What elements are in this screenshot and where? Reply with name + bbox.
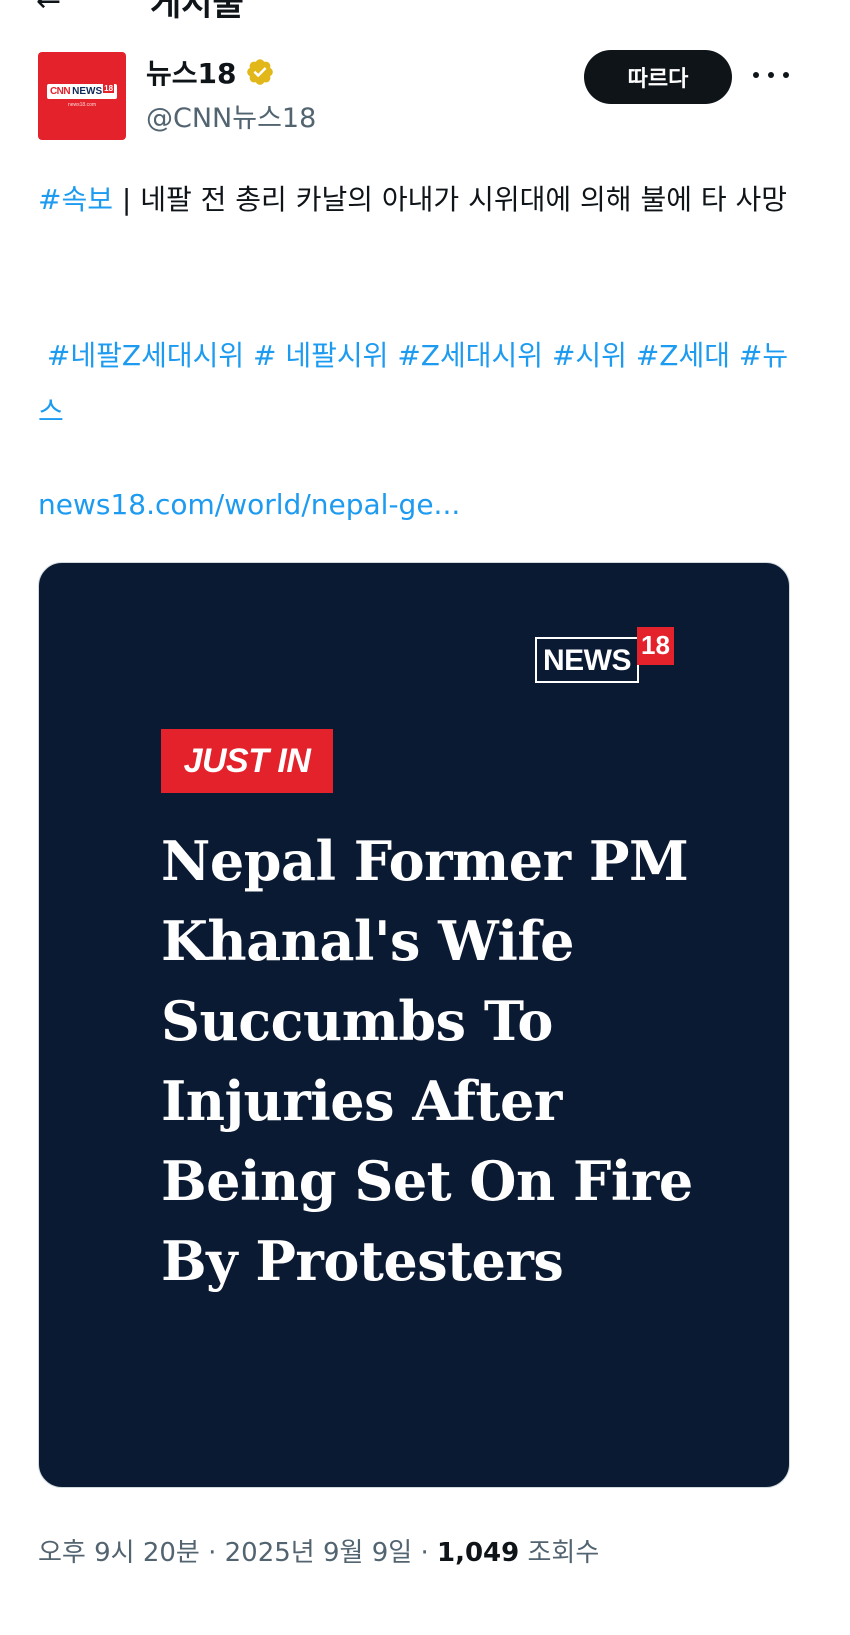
headline-line: Being Set On Fire	[161, 1149, 693, 1213]
card-brand-news: NEWS	[535, 637, 639, 683]
logo-news-text: NEWS	[72, 86, 103, 97]
headline-line: By Protesters	[161, 1229, 564, 1293]
more-dot	[768, 72, 774, 78]
hashtag-link[interactable]: #시위	[552, 339, 627, 372]
hashtag-list: #네팔Z세대시위 # 네팔시위 #Z세대시위 #시위 #Z세대 #뉴스	[38, 328, 798, 440]
more-options-icon[interactable]	[753, 60, 789, 90]
post-time[interactable]: 오후 9시 20분	[38, 1538, 200, 1568]
tweet-meta: 오후 9시 20분 · 2025년 9월 9일 · 1,049 조회수	[38, 1532, 599, 1569]
hashtag-link[interactable]: #Z세대시위	[397, 339, 543, 372]
headline-line: Succumbs To	[161, 989, 553, 1053]
top-navigation-bar: ← 게시물	[0, 0, 850, 20]
tweet-separator: |	[112, 183, 141, 216]
views-label: 조회수	[519, 1538, 600, 1568]
page-title: 게시물	[150, 0, 244, 20]
logo-cnn-text: CNN	[49, 86, 71, 97]
back-arrow-icon[interactable]: ←	[36, 0, 61, 19]
hashtag-link[interactable]: #Z세대	[636, 339, 730, 372]
hashtag-link[interactable]: # 네팔시위	[253, 339, 388, 372]
tweet-text: #속보 | 네팔 전 총리 카날의 아내가 시위대에 의해 불에 타 사망	[38, 172, 798, 228]
post-date[interactable]: 2025년 9월 9일	[225, 1538, 413, 1568]
cnn-news18-logo-icon: CNN NEWS 18	[46, 84, 118, 99]
meta-separator: ·	[199, 1538, 225, 1568]
author-name-row: 뉴스18	[146, 52, 275, 92]
author-handle[interactable]: @CNN뉴스18	[146, 96, 316, 135]
logo-sub-text: news18.com	[67, 102, 97, 108]
hashtag-link[interactable]: #속보	[38, 183, 113, 216]
views-count: 1,049	[436, 1538, 520, 1568]
headline-line: Nepal Former PM	[161, 829, 689, 893]
display-name[interactable]: 뉴스18	[146, 52, 237, 92]
card-brand-18: 18	[637, 627, 674, 665]
news18-logo-icon: NEWS 18	[535, 627, 674, 683]
verified-badge-icon	[246, 59, 273, 85]
more-dot	[783, 72, 789, 78]
avatar[interactable]: CNN NEWS 18 news18.com	[38, 52, 126, 140]
headline-line: Injuries After	[161, 1069, 562, 1133]
tweet-page: ← 게시물 CNN NEWS 18 news18.com 뉴스18 @CNN뉴스…	[0, 0, 850, 1635]
just-in-badge: JUST IN	[161, 729, 333, 793]
hashtag-link[interactable]: #네팔Z세대시위	[47, 339, 244, 372]
more-dot	[753, 72, 759, 78]
link-preview-card[interactable]: NEWS 18 JUST IN Nepal Former PM Khanal's…	[38, 562, 790, 1488]
tweet-body: 네팔 전 총리 카날의 아내가 시위대에 의해 불에 타 사망	[140, 183, 788, 216]
article-link[interactable]: news18.com/world/nepal-ge...	[38, 488, 460, 521]
headline-line: Khanal's Wife	[161, 909, 574, 973]
meta-separator: ·	[412, 1538, 437, 1568]
card-headline: Nepal Former PM Khanal's Wife Succumbs T…	[161, 821, 761, 1301]
follow-button[interactable]: 따르다	[584, 50, 732, 104]
logo-18-text: 18	[103, 84, 115, 93]
